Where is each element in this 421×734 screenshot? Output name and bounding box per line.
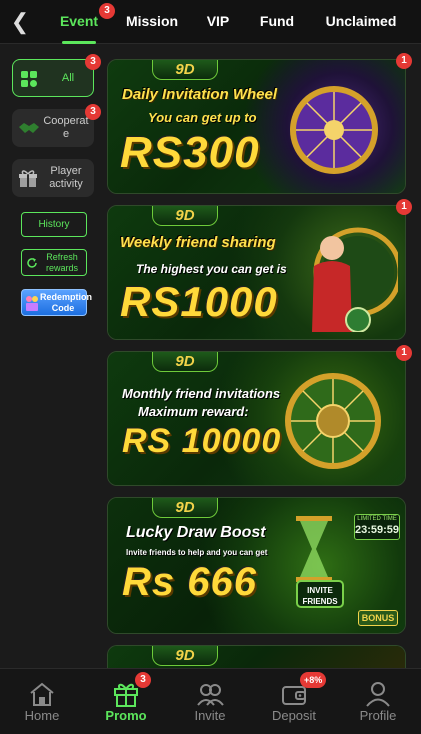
banner-badge: 1 xyxy=(396,53,412,69)
tab-fund[interactable]: Fund xyxy=(256,0,298,44)
hourglass-icon xyxy=(296,516,332,582)
bottom-navigation: Home Promo 3 Invite Deposit +8% Profile xyxy=(0,668,421,734)
banner-daily-invitation-wheel[interactable]: 9D Daily Invitation Wheel You can get up… xyxy=(107,59,406,194)
sidebar-item-all-label: All xyxy=(61,72,75,84)
gift-icon xyxy=(19,170,37,187)
tab-event-badge: 3 xyxy=(99,3,115,19)
handshake-icon xyxy=(19,123,39,133)
sidebar-all-badge: 3 xyxy=(85,54,101,70)
tab-unclaimed-label: Unclaimed xyxy=(325,13,397,29)
banner-subtitle: Maximum reward: xyxy=(138,404,249,419)
brand-logo: 9D xyxy=(152,352,218,372)
tab-unclaimed[interactable]: Unclaimed xyxy=(318,0,404,44)
banner-title: Monthly friend invitations xyxy=(122,386,281,401)
nav-promo-label: Promo xyxy=(105,708,147,723)
timer-label: LIMITED TIME xyxy=(357,516,397,522)
back-arrow-icon[interactable]: ❮ xyxy=(8,9,32,35)
nav-invite[interactable]: Invite xyxy=(168,669,252,734)
banner-title: Lucky Draw Boost xyxy=(126,524,266,541)
invite-friends-badge: INVITE FRIENDS xyxy=(296,580,344,608)
banner-badge: 1 xyxy=(396,345,412,361)
banner-subtitle: Invite friends to help and you can get xyxy=(126,548,268,557)
nav-promo-badge: 3 xyxy=(135,672,151,688)
top-navigation: ❮ Event 3 Mission VIP Fund Unclaimed xyxy=(0,0,421,44)
refresh-rewards-button[interactable]: Refresh rewards xyxy=(21,249,87,276)
tab-vip-label: VIP xyxy=(206,13,230,29)
brand-logo: 9D xyxy=(152,60,218,80)
tab-mission-label: Mission xyxy=(125,13,179,29)
brand-logo: 9D xyxy=(152,498,218,518)
banner-amount: RS300 xyxy=(120,128,260,177)
sidebar-item-all[interactable]: All xyxy=(12,59,94,97)
banner-lucky-draw-boost[interactable]: 9D LIMITED TIME 23:59:59 INVITE FRIENDS … xyxy=(107,497,406,634)
bonus-tag: BONUS xyxy=(358,610,398,626)
nav-deposit-badge: +8% xyxy=(300,672,327,688)
nav-promo[interactable]: Promo xyxy=(84,669,168,734)
history-button[interactable]: History xyxy=(21,212,87,237)
banner-weekly-friend-sharing[interactable]: 9D Weekly friend sharing The highest you… xyxy=(107,205,406,340)
tab-fund-label: Fund xyxy=(259,13,295,29)
spin-wheel-icon xyxy=(285,373,381,469)
tab-event-label: Event xyxy=(59,13,99,29)
prize-wheel-icon xyxy=(290,86,378,174)
banner-amount: Rs 666 xyxy=(122,560,257,604)
sidebar-item-cooperate-label: Cooperate xyxy=(43,115,89,140)
tab-vip[interactable]: VIP xyxy=(200,0,236,44)
users-icon xyxy=(197,684,224,706)
timer-value: 23:59:59 xyxy=(355,524,400,536)
banner-badge: 1 xyxy=(396,199,412,215)
redemption-code-button[interactable]: Redemption Code xyxy=(21,289,93,316)
banner-amount: RS1000 xyxy=(120,278,278,325)
nav-profile-label: Profile xyxy=(359,708,397,723)
countdown-timer: LIMITED TIME 23:59:59 xyxy=(354,514,400,540)
character-wheel-icon xyxy=(312,227,398,332)
nav-home[interactable]: Home xyxy=(0,669,84,734)
sidebar-cooperate-badge: 3 xyxy=(85,104,101,120)
banner-title: Weekly friend sharing xyxy=(120,234,276,251)
banner-monthly-friend-invitations[interactable]: 9D Monthly friend invitations Maximum re… xyxy=(107,351,406,486)
banner-subtitle: The highest you can get is xyxy=(136,262,287,276)
banner-subtitle: You can get up to xyxy=(148,110,257,125)
redemption-code-label: Redemption Code xyxy=(40,292,93,313)
grid-icon xyxy=(21,71,37,87)
banner-amount: RS 10000 xyxy=(122,422,282,460)
history-label: History xyxy=(38,219,70,230)
nav-deposit-label: Deposit xyxy=(271,708,317,723)
sidebar-item-player-activity-label: Player activity xyxy=(49,165,83,190)
nav-home-label: Home xyxy=(24,708,60,723)
sidebar-item-player-activity[interactable]: Player activity xyxy=(12,159,94,197)
brand-logo: 9D xyxy=(152,646,218,666)
nav-invite-label: Invite xyxy=(194,708,226,723)
brand-logo: 9D xyxy=(152,206,218,226)
flower-gift-icon xyxy=(26,296,38,311)
nav-profile[interactable]: Profile xyxy=(336,669,420,734)
profile-icon xyxy=(366,682,390,707)
sidebar-item-cooperate[interactable]: Cooperate xyxy=(12,109,94,147)
tab-event[interactable]: Event xyxy=(54,0,104,44)
tab-mission[interactable]: Mission xyxy=(124,0,180,44)
refresh-rewards-label: Refresh rewards xyxy=(45,252,78,273)
banner-title: Daily Invitation Wheel xyxy=(122,86,278,103)
home-icon xyxy=(30,682,54,706)
refresh-icon xyxy=(27,258,37,268)
